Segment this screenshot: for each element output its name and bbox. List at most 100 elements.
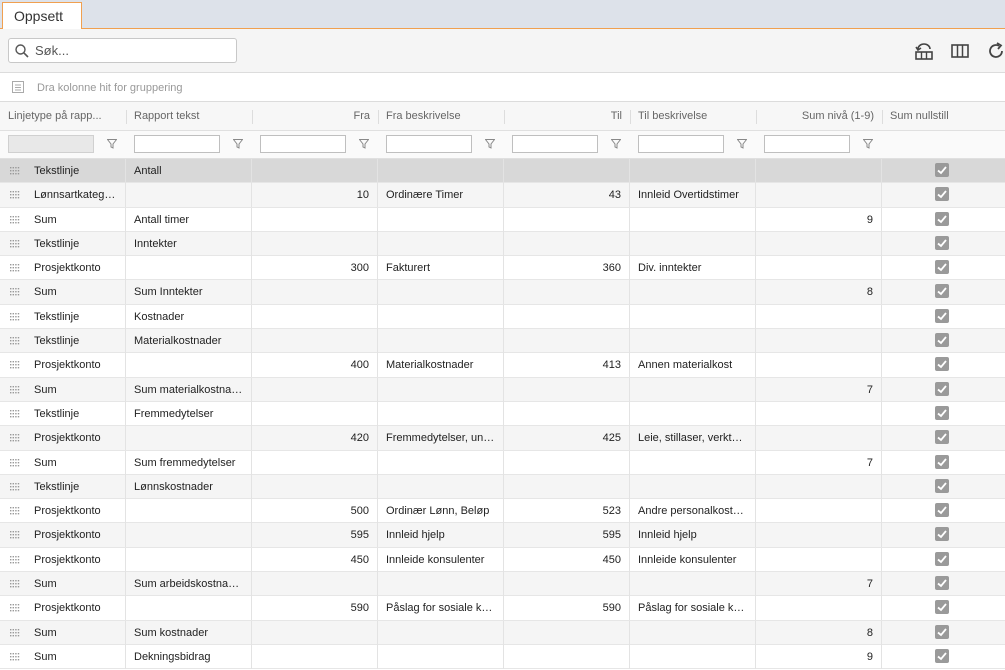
table-row[interactable]: Sum Dekningsbidrag 9 (0, 644, 1005, 670)
drag-handle-icon[interactable] (10, 507, 20, 515)
sum-nullstill-checkbox[interactable] (935, 381, 949, 396)
drag-handle-icon[interactable] (10, 531, 20, 539)
table-row[interactable]: Prosjektkonto 500 Ordinær Lønn, Beløp 523 An… (0, 499, 1005, 524)
filter-icon[interactable] (359, 139, 369, 149)
table-row[interactable]: Sum Sum fremmedytelser 7 (0, 450, 1005, 475)
table-row[interactable]: Lønnsartkatego... 10 Ordinære Timer 43 Innle… (0, 183, 1005, 208)
table-row[interactable]: Prosjektkonto 595 Innleid hjelp 595 Innleid … (0, 523, 1005, 548)
sum-nullstill-checkbox[interactable] (935, 551, 949, 566)
sum-nullstill-checkbox[interactable] (935, 430, 949, 445)
sum-nullstill-checkbox[interactable] (935, 284, 949, 299)
filter-input-sum-niva[interactable] (764, 135, 850, 153)
column-header-linjetype[interactable]: Linjetype på rapp... (0, 102, 126, 131)
cell-fra (252, 401, 378, 426)
table-row[interactable]: Prosjektkonto 300 Fakturert 360 Div. inntekt… (0, 256, 1005, 281)
sum-nullstill-checkbox[interactable] (935, 187, 949, 202)
cell-til: 450 (504, 547, 630, 572)
sum-nullstill-checkbox[interactable] (935, 624, 949, 639)
filter-input-linjetype[interactable] (8, 135, 94, 153)
table-row[interactable]: Sum Sum arbeidskostnader 7 (0, 572, 1005, 597)
filter-input-til-beskrivelse[interactable] (638, 135, 724, 153)
drag-handle-icon[interactable] (10, 264, 20, 272)
table-row[interactable]: Sum Sum kostnader 8 (0, 620, 1005, 645)
drag-handle-icon[interactable] (10, 288, 20, 296)
column-header-fra-beskrivelse[interactable]: Fra beskrivelse (378, 102, 504, 131)
sum-nullstill-checkbox[interactable] (935, 478, 949, 493)
cell-rapport-tekst (126, 547, 252, 572)
filter-icon[interactable] (107, 139, 117, 149)
drag-handle-icon[interactable] (10, 312, 20, 321)
cell-fra-beskrivelse (378, 377, 504, 402)
drag-handle-icon[interactable] (10, 555, 20, 564)
drag-handle-icon[interactable] (10, 337, 20, 345)
drag-handle-icon[interactable] (10, 385, 20, 394)
table-row[interactable]: Prosjektkonto 420 Fremmedytelser, und... 42… (0, 426, 1005, 451)
table-row[interactable]: Sum Antall timer 9 (0, 207, 1005, 232)
drag-handle-icon[interactable] (10, 458, 20, 467)
sum-nullstill-checkbox[interactable] (935, 260, 949, 275)
drag-handle-icon[interactable] (10, 215, 20, 224)
table-row[interactable]: Prosjektkonto 450 Innleide konsulenter 450 I… (0, 547, 1005, 573)
table-row[interactable]: Prosjektkonto 590 Påslag for sosiale kos..… (0, 596, 1005, 621)
drag-handle-icon[interactable] (10, 482, 20, 491)
sum-nullstill-checkbox[interactable] (935, 503, 949, 518)
drag-handle-icon[interactable] (10, 167, 20, 175)
sum-nullstill-checkbox[interactable] (935, 163, 949, 177)
sum-nullstill-checkbox[interactable] (935, 648, 949, 663)
drag-handle-icon[interactable] (10, 580, 20, 588)
filter-icon[interactable] (863, 139, 873, 149)
filter-input-rapport-tekst[interactable] (134, 135, 220, 153)
search-box[interactable] (8, 38, 237, 63)
column-header-sum-nullstill[interactable]: Sum nullstill (882, 102, 1005, 131)
table-row[interactable]: Sum Sum materialkostnad... 7 (0, 377, 1005, 402)
drag-handle-icon[interactable] (10, 191, 20, 199)
sum-nullstill-checkbox[interactable] (935, 333, 949, 348)
cell-fra: 300 (252, 256, 378, 281)
drag-handle-icon[interactable] (10, 434, 20, 442)
filter-icon[interactable] (233, 139, 243, 149)
column-header-til-beskrivelse[interactable]: Til beskrivelse (630, 102, 756, 131)
table-row[interactable]: Tekstlinje Lønnskostnader (0, 474, 1005, 500)
filter-icon[interactable] (485, 139, 495, 149)
column-header-fra[interactable]: Fra (252, 102, 378, 131)
group-by-area[interactable]: Dra kolonne hit for gruppering (0, 73, 1005, 102)
columns-icon[interactable] (950, 41, 970, 61)
table-row[interactable]: Tekstlinje Antall (0, 159, 1005, 184)
table-row[interactable]: Tekstlinje Kostnader (0, 304, 1005, 330)
cell-til-beskrivelse: Innleide konsulenter (630, 547, 756, 572)
refresh-icon[interactable] (987, 41, 1005, 61)
table-row[interactable]: Sum Sum Inntekter 8 (0, 280, 1005, 305)
filter-input-til[interactable] (512, 135, 598, 153)
drag-handle-icon[interactable] (10, 409, 20, 418)
table-row[interactable]: Tekstlinje Fremmedytelser (0, 401, 1005, 427)
sum-nullstill-checkbox[interactable] (935, 576, 949, 591)
filter-icon[interactable] (611, 139, 621, 149)
column-header-sum-niva[interactable]: Sum nivå (1-9) (756, 102, 882, 131)
tab-oppsett[interactable]: Oppsett (2, 2, 82, 29)
table-row[interactable]: Prosjektkonto 400 Materialkostnader 413 Anne… (0, 353, 1005, 378)
sum-nullstill-checkbox[interactable] (935, 527, 949, 542)
sum-nullstill-checkbox[interactable] (935, 454, 949, 469)
drag-handle-icon[interactable] (10, 361, 20, 369)
drag-handle-icon[interactable] (10, 604, 20, 612)
filter-input-fra[interactable] (260, 135, 346, 153)
column-header-til[interactable]: Til (504, 102, 630, 131)
drag-handle-icon[interactable] (10, 239, 20, 248)
table-row[interactable]: Tekstlinje Materialkostnader (0, 329, 1005, 354)
cell-linjetype: Sum (26, 620, 126, 645)
search-input[interactable] (35, 42, 230, 59)
filter-input-fra-beskrivelse[interactable] (386, 135, 472, 153)
sum-nullstill-checkbox[interactable] (935, 211, 949, 226)
sum-nullstill-checkbox[interactable] (935, 308, 949, 323)
cell-fra-beskrivelse (378, 620, 504, 645)
sum-nullstill-checkbox[interactable] (935, 235, 949, 250)
sum-nullstill-checkbox[interactable] (935, 600, 949, 615)
drag-handle-icon[interactable] (10, 628, 20, 637)
sum-nullstill-checkbox[interactable] (935, 357, 949, 372)
reset-layout-icon[interactable] (914, 41, 934, 61)
column-header-rapport-tekst[interactable]: Rapport tekst (126, 102, 252, 131)
drag-handle-icon[interactable] (10, 652, 20, 661)
filter-icon[interactable] (737, 139, 747, 149)
sum-nullstill-checkbox[interactable] (935, 405, 949, 420)
table-row[interactable]: Tekstlinje Inntekter (0, 231, 1005, 257)
